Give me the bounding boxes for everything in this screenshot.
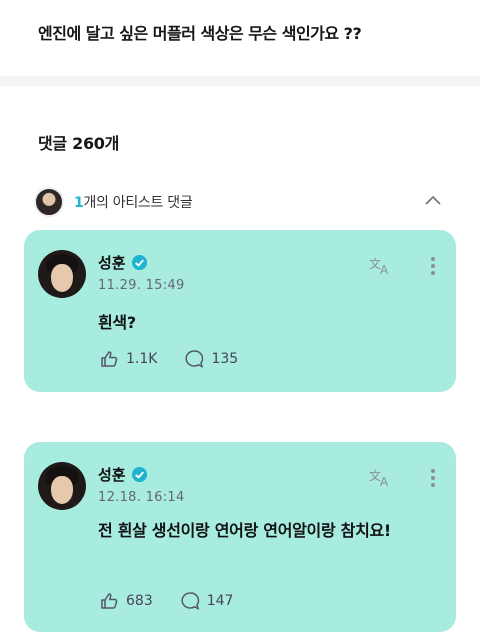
- reply-count: 135: [211, 351, 239, 367]
- like-icon: [101, 351, 118, 367]
- like-button[interactable]: 683: [98, 590, 153, 612]
- like-button[interactable]: 1.1K: [98, 348, 157, 370]
- reply-button[interactable]: 147: [179, 590, 234, 612]
- reply-button[interactable]: 135: [183, 348, 238, 370]
- reply-bubble-icon: [181, 592, 200, 610]
- comment-date: 12.18. 16:14: [98, 490, 185, 505]
- comment-author[interactable]: 성훈: [98, 464, 126, 485]
- like-icon: [101, 593, 118, 609]
- chevron-up-icon[interactable]: [424, 192, 442, 210]
- comment-author[interactable]: 성훈: [98, 252, 126, 273]
- more-options-icon[interactable]: [430, 468, 436, 488]
- comment-text: 전 흰살 생선이랑 연어랑 연어알이랑 참치요!: [98, 521, 391, 540]
- avatar[interactable]: [38, 250, 86, 298]
- comment-date: 11.29. 15:49: [98, 278, 185, 293]
- comment-text: 흰색?: [98, 313, 136, 332]
- avatar[interactable]: [38, 462, 86, 510]
- section-divider: [0, 76, 480, 86]
- like-count: 1.1K: [126, 351, 158, 367]
- verified-badge-icon: [131, 466, 147, 483]
- artist-comment-card: 성훈 11.29. 15:49 文 A 흰색? 1.1K 135: [24, 230, 456, 392]
- reply-count: 147: [206, 593, 234, 609]
- verified-badge-icon: [131, 254, 147, 271]
- artist-comments-toggle[interactable]: 1개의 아티스트 댓글: [34, 186, 454, 218]
- post-question: 엔진에 달고 싶은 머플러 색상은 무슨 색인가요 ??: [38, 24, 362, 43]
- svg-text:A: A: [380, 263, 389, 276]
- more-options-icon[interactable]: [430, 256, 436, 276]
- artist-comment-label-text: 개의 아티스트 댓글: [83, 195, 193, 211]
- comment-count: 댓글 260개: [38, 134, 120, 153]
- artist-comment-card: 성훈 12.18. 16:14 文 A 전 흰살 생선이랑 연어랑 연어알이랑 …: [24, 442, 456, 632]
- like-count: 683: [126, 593, 153, 609]
- artist-comments-label: 1개의 아티스트 댓글: [74, 192, 193, 212]
- translate-icon[interactable]: 文 A: [368, 254, 394, 276]
- artist-mini-avatar: [34, 187, 64, 217]
- reply-bubble-icon: [185, 350, 204, 368]
- translate-icon[interactable]: 文 A: [368, 466, 394, 488]
- svg-text:A: A: [380, 475, 389, 488]
